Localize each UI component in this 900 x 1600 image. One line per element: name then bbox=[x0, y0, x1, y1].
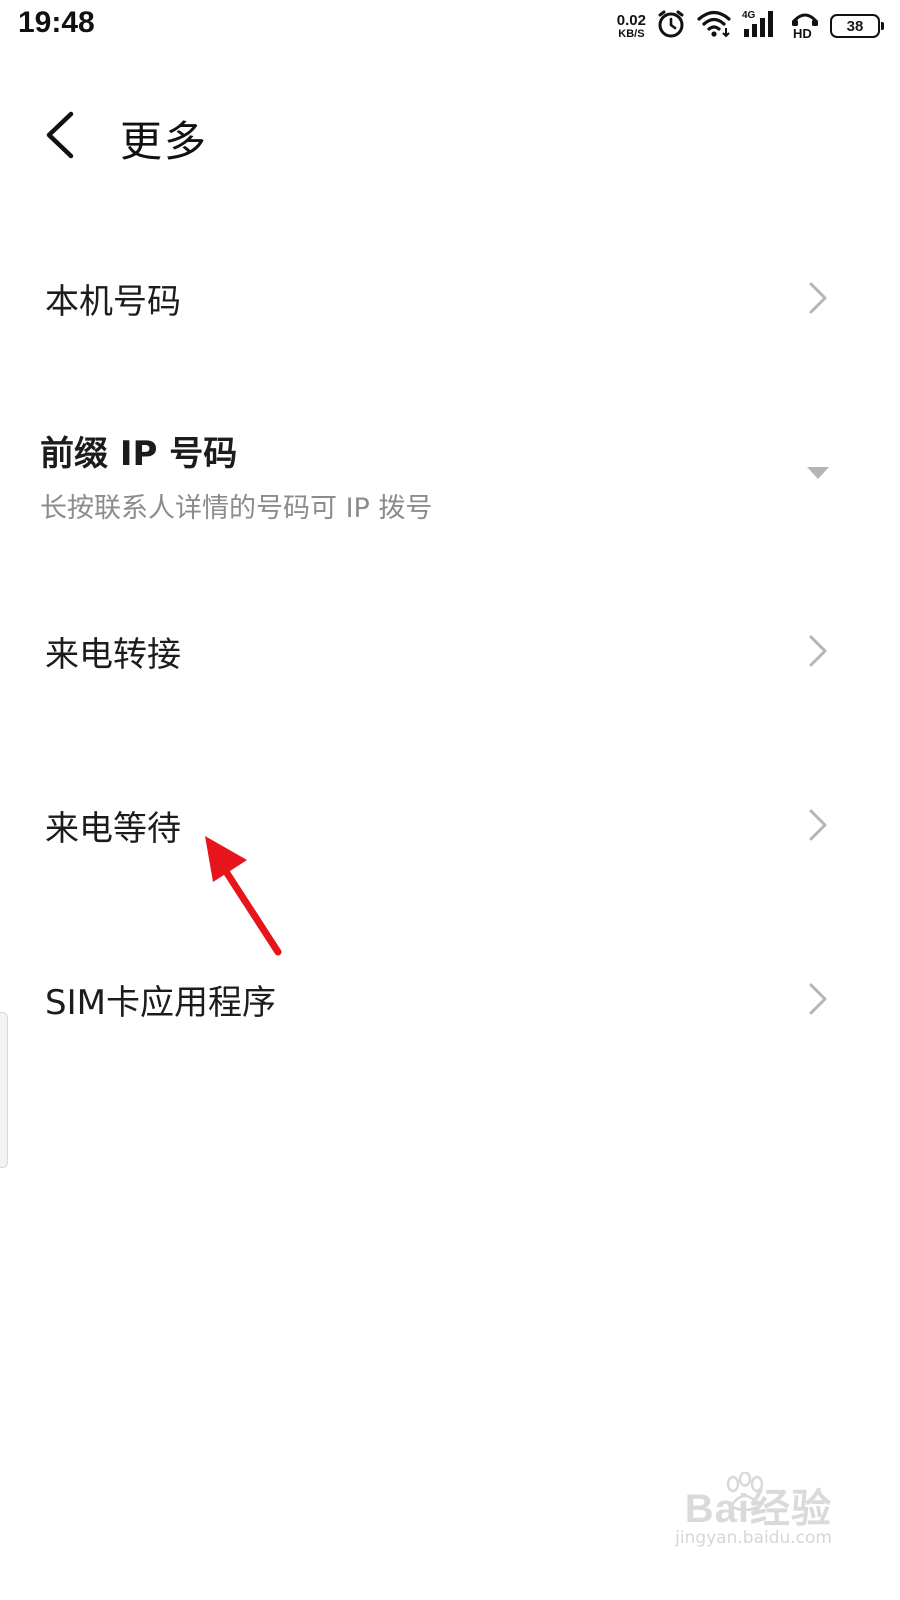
page-title: 更多 bbox=[120, 117, 209, 166]
svg-text:HD: HD bbox=[793, 26, 812, 39]
dropdown-caret-icon bbox=[807, 467, 829, 479]
status-bar: 19:48 0.02 KB/S 4G HD 38 bbox=[0, 0, 900, 50]
phone-screen: 19:48 0.02 KB/S 4G HD 38 更多 本机号码 前缀 IP 号… bbox=[0, 0, 900, 1600]
hd-call-icon: HD bbox=[790, 9, 820, 43]
network-speed-unit: KB/S bbox=[618, 27, 645, 40]
list-item-label: 来电等待 bbox=[45, 809, 181, 849]
alarm-icon bbox=[656, 9, 686, 43]
list-item-sim-apps[interactable]: SIM卡应用程序 bbox=[0, 951, 900, 1046]
chevron-right-icon bbox=[809, 983, 827, 1015]
side-edge-handle[interactable] bbox=[0, 1012, 8, 1168]
list-item-my-number[interactable]: 本机号码 bbox=[0, 250, 900, 345]
list-item-subtitle: 长按联系人详情的号码可 IP 拨号 bbox=[40, 493, 433, 524]
battery-level: 38 bbox=[846, 17, 864, 35]
status-time: 19:48 bbox=[18, 6, 95, 39]
back-arrow-icon bbox=[46, 111, 74, 159]
signal-4g-icon: 4G bbox=[742, 9, 780, 43]
list-item-ip-prefix[interactable]: 前缀 IP 号码 长按联系人详情的号码可 IP 拨号 bbox=[0, 410, 900, 540]
app-header: 更多 bbox=[0, 90, 900, 180]
list-item-call-forwarding[interactable]: 来电转接 bbox=[0, 603, 900, 698]
list-item-label: 来电转接 bbox=[45, 635, 181, 675]
network-speed: 0.02 KB/S bbox=[617, 13, 646, 40]
chevron-right-icon bbox=[809, 635, 827, 667]
svg-text:4G: 4G bbox=[742, 10, 756, 21]
chevron-right-icon bbox=[809, 282, 827, 314]
list-item-label: 前缀 IP 号码 bbox=[40, 434, 238, 474]
wifi-icon bbox=[696, 9, 732, 43]
list-item-call-waiting[interactable]: 来电等待 bbox=[0, 777, 900, 872]
watermark-brand: Bai经验 bbox=[684, 1487, 832, 1531]
chevron-right-icon bbox=[809, 809, 827, 841]
list-item-label: SIM卡应用程序 bbox=[45, 983, 276, 1023]
annotation-arrow-icon bbox=[205, 836, 282, 956]
baidu-jingyan-watermark: Bai经验 jingyan.baidu.com bbox=[667, 1472, 832, 1552]
network-speed-value: 0.02 bbox=[616, 11, 646, 29]
list-item-label: 本机号码 bbox=[45, 282, 181, 322]
back-button[interactable] bbox=[30, 105, 90, 165]
watermark-url: jingyan.baidu.com bbox=[675, 1528, 832, 1548]
battery-icon: 38 bbox=[830, 14, 884, 38]
status-icons: 0.02 KB/S 4G HD 38 bbox=[617, 6, 884, 46]
